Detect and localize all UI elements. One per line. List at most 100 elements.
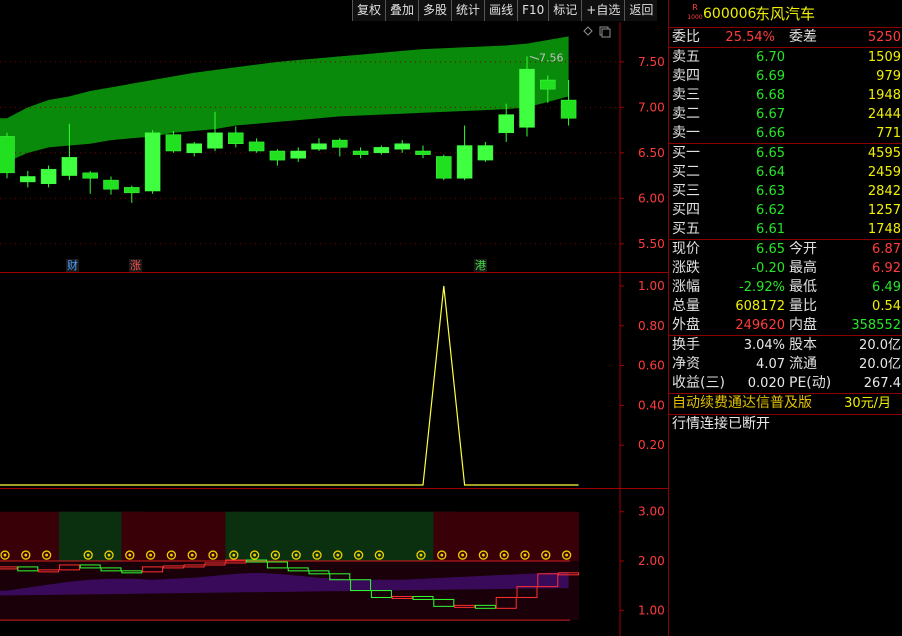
stat-value-4: 249620 [735, 318, 785, 333]
candle-body [332, 139, 348, 148]
y-tick-label: 1.00 [638, 603, 665, 617]
ask-row-3-price: 6.68 [756, 88, 785, 103]
ask-row-3-volume: 1948 [867, 88, 901, 103]
signal-dot-center [3, 553, 7, 557]
y-tick-label: 0.20 [638, 438, 665, 452]
bid-row-2-label: 买二 [672, 164, 700, 180]
connection-status: 行情连接已断开 [669, 415, 902, 434]
finance-label2-2: PE(动) [789, 375, 832, 391]
candle-body [436, 156, 452, 179]
candle-body [352, 150, 369, 155]
toolbar-button-5[interactable]: F10 [517, 0, 549, 21]
bid-row-4-price: 6.62 [756, 203, 785, 218]
ask-row-1-price: 6.66 [756, 126, 785, 141]
ask-row-5-volume: 1509 [867, 50, 901, 65]
stat-label2-4: 内盘 [789, 317, 817, 333]
ask-row-4-volume: 979 [876, 69, 901, 84]
bid-row-5[interactable]: 买五 6.61 1748 [669, 220, 902, 239]
ask-row-1-label: 卖一 [672, 125, 700, 141]
candle-body [144, 132, 161, 192]
signal-dot-center [440, 553, 444, 557]
event-tag-2[interactable]: 港 [474, 259, 487, 272]
candle-body [269, 150, 286, 161]
candle-body [290, 150, 306, 159]
signal-line [0, 285, 579, 486]
signal-dot-center [315, 553, 319, 557]
signal-dot-center [24, 553, 28, 557]
candle-body [248, 141, 265, 152]
bid-row-5-label: 买五 [672, 221, 700, 237]
stat-row-1: 涨跌 -0.20 最高 6.92 [669, 259, 902, 278]
toolbar-button-8[interactable]: 返回 [624, 0, 658, 21]
bid-row-3-price: 6.63 [756, 184, 785, 199]
toolbar-button-3[interactable]: 统计 [451, 0, 485, 21]
promo-row[interactable]: 自动续费通达信普及版 30元/月 [669, 394, 902, 413]
toolbar-button-0[interactable]: 复权 [352, 0, 386, 21]
candle-body [207, 132, 223, 149]
ask-row-1[interactable]: 卖一 6.66 771 [669, 124, 902, 143]
finance-label-2: 收益(三) [672, 375, 725, 391]
signal-dot-center [149, 553, 153, 557]
toolbar-button-6[interactable]: 标记 [548, 0, 582, 21]
stat-row-0: 现价 6.65 今开 6.87 [669, 240, 902, 259]
bid-row-4[interactable]: 买四 6.62 1257 [669, 201, 902, 220]
finance-label-1: 净资 [672, 356, 700, 372]
candle-body [456, 145, 473, 179]
candle-body [186, 143, 202, 154]
bid-row-2[interactable]: 买二 6.64 2459 [669, 163, 902, 182]
signal-dot-center [357, 553, 360, 557]
weicha-value: 5250 [867, 30, 901, 45]
toolbar-button-2[interactable]: 多股 [418, 0, 452, 21]
bid-row-1[interactable]: 买一 6.65 4595 [669, 144, 902, 163]
stat-label2-0: 今开 [789, 241, 817, 257]
finance-value-1: 4.07 [756, 357, 785, 372]
y-tick-label: 7.00 [638, 100, 665, 114]
bid-row-4-label: 买四 [672, 202, 700, 218]
ask-row-3[interactable]: 卖三 6.68 1948 [669, 86, 902, 105]
candle-body [82, 172, 98, 179]
candle-body [165, 134, 182, 152]
toolbar-button-7[interactable]: +自选 [581, 0, 625, 21]
finance-value-0: 3.04% [743, 338, 785, 353]
stat-value-1: -0.20 [751, 261, 785, 276]
signal-dot-center [274, 553, 277, 557]
ask-row-4-price: 6.69 [756, 69, 785, 84]
ask-row-4[interactable]: 卖四 6.69 979 [669, 67, 902, 86]
signal-dot-center [378, 553, 381, 557]
candle-body [0, 136, 15, 174]
chart-canvas[interactable]: 7.50 7.00 6.50 6.00 5.50 7.56 1.00 0.80 0.60 0.40… [0, 0, 668, 636]
weibi-row: 委比 25.54% 委差 5250 [669, 28, 902, 47]
signal-dot-center [86, 553, 90, 557]
signal-dot-center [294, 553, 298, 557]
promo-price: 30元/月 [844, 396, 891, 411]
signal-dot-center [461, 553, 464, 557]
toolbar-button-4[interactable]: 画线 [484, 0, 518, 21]
finance-label2-1: 流通 [789, 356, 817, 372]
ask-row-2[interactable]: 卖二 6.67 2444 [669, 105, 902, 124]
y-tick-label: 6.50 [638, 146, 665, 160]
stock-badge: R 1000 [687, 3, 703, 22]
candle-body [61, 157, 78, 176]
toolbar-button-1[interactable]: 叠加 [385, 0, 419, 21]
candle-body [394, 143, 410, 150]
ask-row-5[interactable]: 卖五 6.70 1509 [669, 48, 902, 67]
event-tag-0[interactable]: 财 [66, 259, 79, 272]
finance-value2-0: 20.0亿 [859, 338, 901, 353]
event-tag-1[interactable]: 涨 [129, 259, 142, 272]
stat-value2-4: 358552 [851, 318, 901, 333]
bid-row-3[interactable]: 买三 6.63 2842 [669, 182, 902, 201]
candle-body [477, 145, 494, 161]
stat-value-3: 608172 [735, 299, 785, 314]
stat-label-1: 涨跌 [672, 260, 700, 276]
ask-row-1-volume: 771 [876, 126, 901, 141]
stock-chart-window: 7.50 7.00 6.50 6.00 5.50 7.56 1.00 0.80 0.60 0.40… [0, 0, 902, 636]
bid-row-2-price: 6.64 [756, 165, 785, 180]
ask-row-2-label: 卖二 [672, 106, 700, 122]
candle-body [20, 176, 36, 183]
stat-label2-1: 最高 [789, 260, 817, 276]
stock-header[interactable]: R 1000 600006 东风汽车 [669, 3, 902, 25]
signal-dot-center [45, 553, 48, 557]
y-tick-label: 6.00 [638, 191, 665, 205]
finance-row-2: 收益(三) 0.020 PE(动) 267.4 [669, 374, 902, 393]
candle-body [124, 187, 140, 194]
